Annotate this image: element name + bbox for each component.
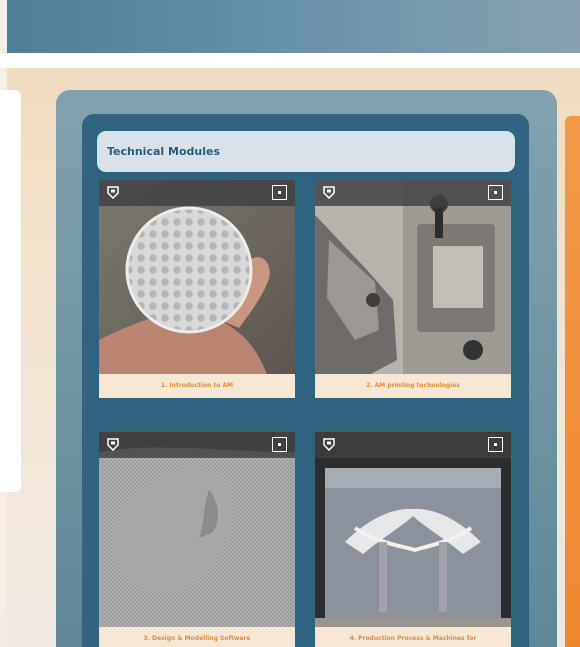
module-caption[interactable]: 3. Design & Modelling Software: [99, 627, 295, 647]
expand-icon[interactable]: [272, 185, 287, 200]
right-side-card: [565, 116, 580, 647]
module-image-robotic-arms: [315, 432, 511, 627]
panel-title: Technical Modules: [107, 145, 220, 158]
top-header-bar: [7, 0, 580, 53]
expand-icon[interactable]: [272, 437, 287, 452]
module-card-design-modelling[interactable]: 3. Design & Modelling Software: [99, 432, 295, 647]
module-card-printing-technologies[interactable]: 2. AM printing technologies: [315, 180, 511, 398]
header-divider: [0, 53, 580, 68]
module-image-machine-parts: [315, 180, 511, 374]
left-side-card: [0, 90, 21, 492]
card-toolbar: [315, 180, 511, 206]
technical-modules-header: Technical Modules: [97, 131, 515, 172]
module-image-lattice-sphere: [99, 180, 295, 374]
card-toolbar: [315, 432, 511, 458]
card-toolbar: [99, 432, 295, 458]
card-toolbar: [99, 180, 295, 206]
module-card-introduction[interactable]: 1. Introduction to AM: [99, 180, 295, 398]
module-card-production-process[interactable]: 4. Production Process & Machines for: [315, 432, 511, 647]
tag-icon: [107, 438, 119, 451]
tag-icon: [107, 186, 119, 199]
module-caption[interactable]: 2. AM printing technologies: [315, 374, 511, 398]
expand-icon[interactable]: [488, 437, 503, 452]
module-caption[interactable]: 1. Introduction to AM: [99, 374, 295, 398]
tag-icon: [323, 438, 335, 451]
tag-icon: [323, 186, 335, 199]
module-caption[interactable]: 4. Production Process & Machines for: [315, 627, 511, 647]
expand-icon[interactable]: [488, 185, 503, 200]
module-image-mesh-face: [99, 432, 295, 627]
